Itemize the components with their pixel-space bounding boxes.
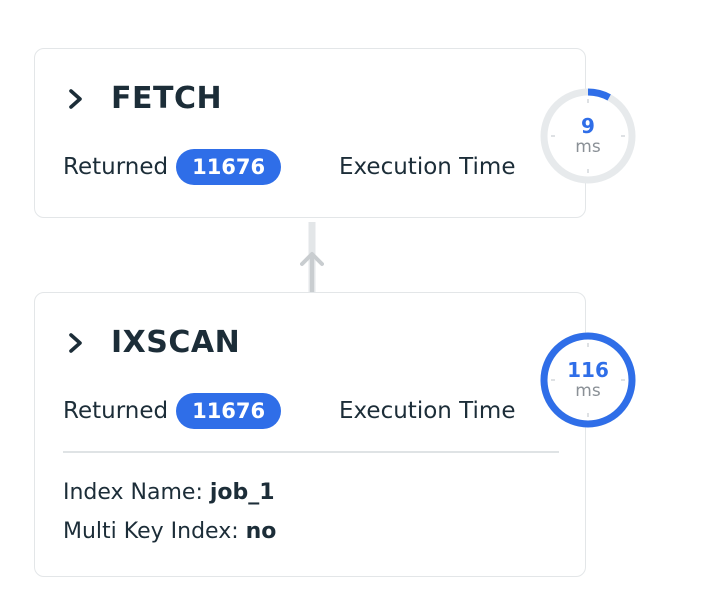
chevron-right-icon[interactable] <box>65 88 87 110</box>
execution-timer-ixscan: 116 ms <box>538 330 638 430</box>
stats-row: Returned 11676 Execution Time <box>63 393 563 429</box>
stage-card-ixscan[interactable]: IXSCAN Returned 11676 Execution Time Ind… <box>34 292 586 577</box>
stats-row: Returned 11676 Execution Time <box>63 149 563 185</box>
timer-value: 9 <box>581 114 595 138</box>
stage-details: Index Name: job_1 Multi Key Index: no <box>63 473 276 551</box>
divider <box>63 451 559 453</box>
timer-unit: ms <box>575 137 601 157</box>
execution-time-label: Execution Time <box>339 398 516 424</box>
index-name-label: Index Name: <box>63 480 203 505</box>
stage-header-ixscan[interactable]: IXSCAN <box>65 325 240 360</box>
stage-card-fetch[interactable]: FETCH Returned 11676 Execution Time <box>34 48 586 218</box>
timer-text: 116 ms <box>538 330 638 430</box>
returned-label: Returned <box>63 154 169 180</box>
multi-key-value: no <box>245 519 277 544</box>
returned-count-badge: 11676 <box>176 393 282 429</box>
timer-unit: ms <box>575 381 601 401</box>
stage-name: IXSCAN <box>111 325 241 360</box>
index-name-value: job_1 <box>209 480 275 505</box>
timer-value: 116 <box>567 358 609 382</box>
multi-key-row: Multi Key Index: no <box>63 512 276 551</box>
multi-key-label: Multi Key Index: <box>63 519 239 544</box>
chevron-right-icon[interactable] <box>65 332 87 354</box>
stage-header-fetch[interactable]: FETCH <box>65 81 222 116</box>
returned-count-badge: 11676 <box>176 149 282 185</box>
index-name-row: Index Name: job_1 <box>63 473 276 512</box>
returned-label: Returned <box>63 398 169 424</box>
arrow-up-icon <box>300 222 324 292</box>
timer-text: 9 ms <box>538 86 638 186</box>
execution-time-label: Execution Time <box>339 154 516 180</box>
explain-plan-tree: FETCH Returned 11676 Execution Time IXSC… <box>0 0 712 616</box>
execution-timer-fetch: 9 ms <box>538 86 638 186</box>
stage-name: FETCH <box>111 81 223 116</box>
